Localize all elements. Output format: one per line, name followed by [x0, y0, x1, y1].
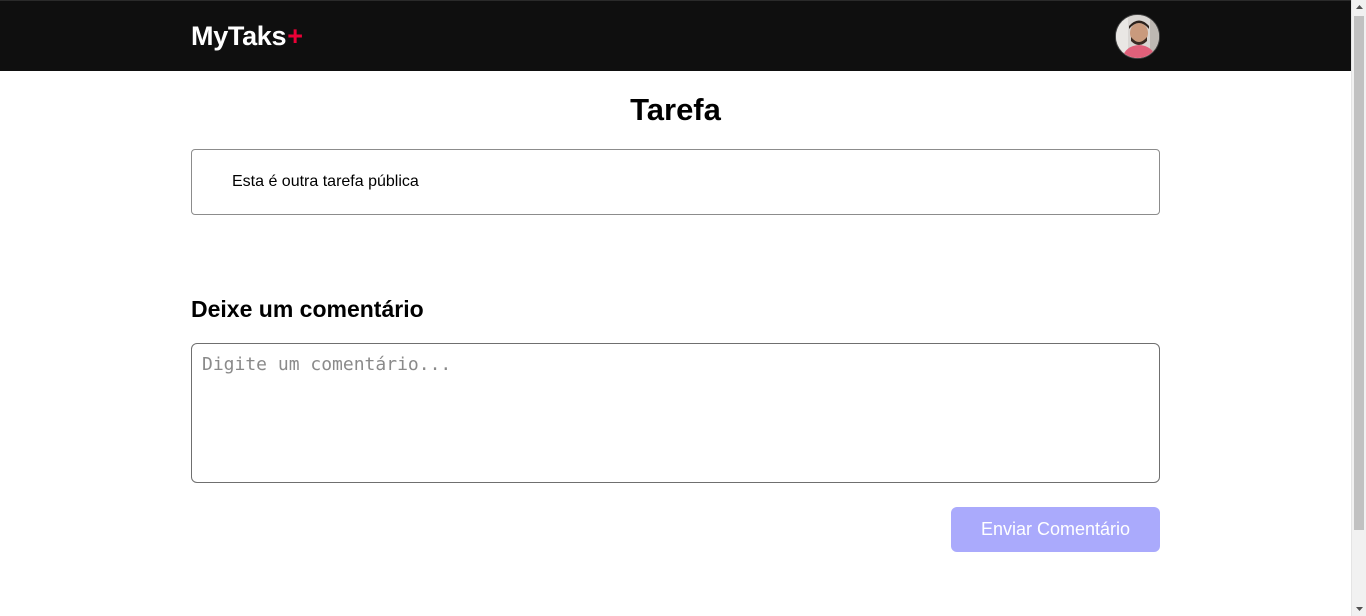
- scroll-down-arrow-icon[interactable]: [1352, 601, 1366, 616]
- user-avatar[interactable]: [1115, 14, 1160, 59]
- send-comment-button[interactable]: Enviar Comentário: [951, 507, 1160, 552]
- comment-textarea[interactable]: [191, 343, 1160, 483]
- scrollbar-thumb[interactable]: [1354, 16, 1364, 530]
- vertical-scrollbar[interactable]: [1351, 0, 1366, 616]
- task-card: Esta é outra tarefa pública: [191, 149, 1160, 215]
- page-title: Tarefa: [630, 92, 721, 127]
- avatar-photo-icon: [1116, 15, 1159, 58]
- task-description: Esta é outra tarefa pública: [232, 173, 419, 190]
- logo-plus-icon: +: [287, 21, 303, 51]
- scroll-up-arrow-icon[interactable]: [1352, 0, 1366, 15]
- comment-section-heading: Deixe um comentário: [191, 296, 424, 322]
- page: MyTaks+ Tarefa Esta é outra tarefa públi…: [0, 0, 1366, 616]
- logo-text: MyTaks: [191, 21, 287, 51]
- top-navbar: MyTaks+: [0, 0, 1351, 71]
- logo[interactable]: MyTaks+: [191, 20, 303, 52]
